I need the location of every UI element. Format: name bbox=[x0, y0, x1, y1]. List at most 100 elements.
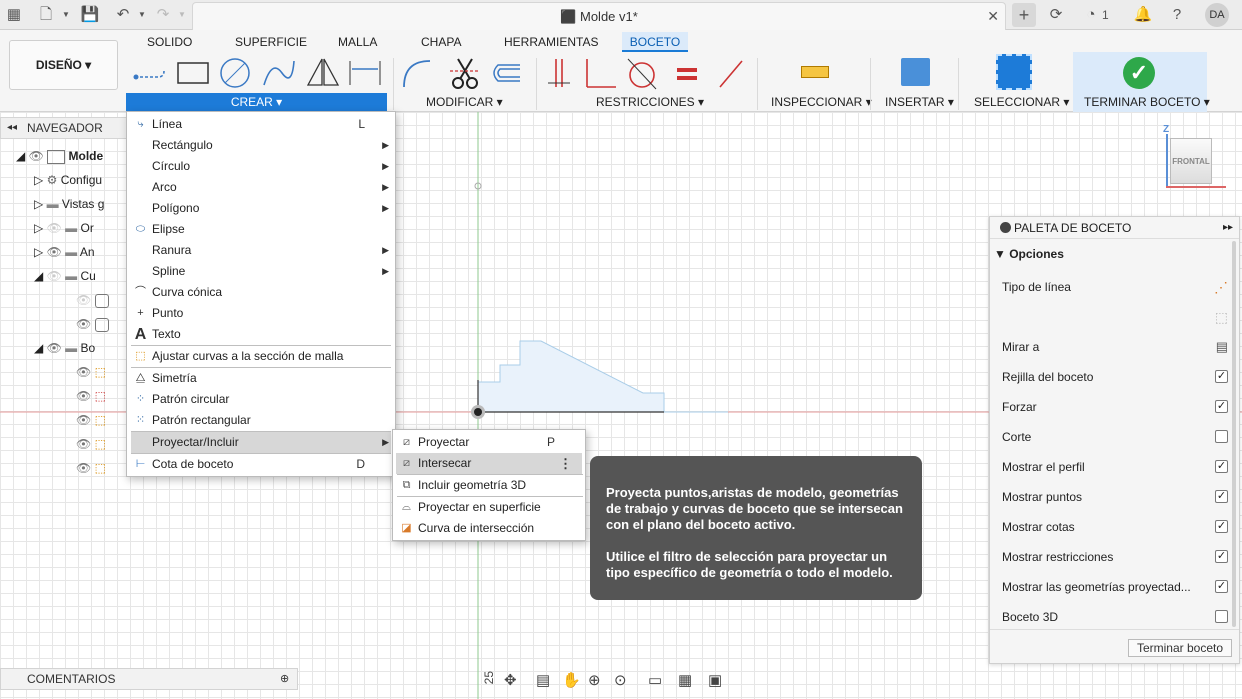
tab-boceto[interactable]: BOCETO bbox=[622, 32, 688, 52]
palette-option-checkbox[interactable]: ✓ bbox=[1215, 400, 1228, 413]
menu-item-proyectar-incluir[interactable]: Proyectar/Incluir ▶ bbox=[131, 432, 391, 453]
eye-icon[interactable]: 👁 bbox=[76, 317, 91, 331]
modify-group-button[interactable]: MODIFICAR ▾ bbox=[426, 95, 503, 109]
menu-item-arco[interactable]: Arco ▶ bbox=[127, 177, 395, 198]
grid-menu-icon[interactable]: ▦ bbox=[4, 5, 24, 25]
menu-item-patron-rectangular[interactable]: ⁙ Patrón rectangular bbox=[127, 410, 395, 431]
new-tab-button[interactable]: + bbox=[1012, 3, 1036, 27]
save-icon[interactable]: 💾 bbox=[80, 5, 100, 25]
tab-chapa[interactable]: CHAPA bbox=[421, 32, 461, 52]
tab-malla[interactable]: MALLA bbox=[338, 32, 377, 52]
avatar[interactable]: DA bbox=[1205, 3, 1229, 27]
scrollbar[interactable] bbox=[1232, 241, 1236, 627]
workspace-switcher[interactable]: DISEÑO ▾ bbox=[9, 40, 118, 90]
eye-icon[interactable]: 👁 bbox=[76, 365, 91, 379]
tree-item-sketch[interactable]: 👁 ⬚ bbox=[76, 457, 106, 479]
insert-image-icon[interactable] bbox=[901, 58, 930, 86]
tree-item-cuerpos[interactable]: ◢ 👁 ▬ Cu bbox=[34, 265, 96, 287]
eye-hidden-icon[interactable]: 👁 bbox=[76, 293, 91, 307]
palette-option-checkbox[interactable] bbox=[1215, 430, 1228, 443]
grid-settings-icon[interactable]: ▦ bbox=[678, 671, 692, 689]
tree-item-sketch[interactable]: 👁 ⬚ bbox=[76, 409, 106, 431]
expand-triangle-icon[interactable]: ▷ bbox=[34, 245, 43, 259]
viewcube[interactable]: FRONTAL bbox=[1170, 138, 1212, 184]
palette-option-checkbox[interactable]: ✓ bbox=[1215, 460, 1228, 473]
tree-item-origen[interactable]: ▷ 👁 ▬ Or bbox=[34, 217, 94, 239]
viewports-icon[interactable]: ▣ bbox=[708, 671, 722, 689]
eye-icon[interactable]: 👁 bbox=[76, 413, 91, 427]
eye-icon[interactable]: 👁 bbox=[76, 437, 91, 451]
collapse-triangle-icon[interactable]: ◢ bbox=[16, 149, 25, 163]
expand-panel-icon[interactable]: ▸▸ bbox=[1223, 217, 1233, 239]
collapse-triangle-icon[interactable]: ◢ bbox=[34, 269, 43, 283]
menu-item-ajustar-curvas[interactable]: ⬚ Ajustar curvas a la sección de malla bbox=[127, 346, 395, 367]
menu-item-simetria[interactable]: ⧋ Simetría bbox=[127, 368, 395, 389]
collapse-icon[interactable]: ◂◂ bbox=[7, 118, 17, 138]
look-at-icon[interactable]: ▤ bbox=[1216, 337, 1228, 357]
menu-item-elipse[interactable]: ⬭ Elipse bbox=[127, 219, 395, 240]
tab-superficie[interactable]: SUPERFICIE bbox=[235, 32, 307, 52]
select-icon[interactable] bbox=[996, 54, 1032, 90]
finish-sketch-palette-button[interactable]: Terminar boceto bbox=[1128, 639, 1232, 657]
eye-hidden-icon[interactable]: 👁 bbox=[47, 221, 62, 235]
constraints-group-button[interactable]: RESTRICCIONES ▾ bbox=[596, 95, 704, 109]
eye-icon[interactable]: 👁 bbox=[29, 149, 44, 163]
menu-item-spline[interactable]: Spline ▶ bbox=[127, 261, 395, 282]
eye-hidden-icon[interactable]: 👁 bbox=[47, 269, 62, 283]
menu-item-ranura[interactable]: Ranura ▶ bbox=[127, 240, 395, 261]
more-options-icon[interactable]: ⋮ bbox=[559, 453, 572, 474]
submenu-item-curva-interseccion[interactable]: ◪ Curva de intersección bbox=[393, 518, 585, 539]
tree-item-sketch[interactable]: 👁 ⬚ bbox=[76, 361, 106, 383]
menu-item-cota-de-boceto[interactable]: ⊢ Cota de boceto D bbox=[127, 454, 395, 475]
palette-option-checkbox[interactable]: ✓ bbox=[1215, 580, 1228, 593]
centerline-icon[interactable]: ⬚ bbox=[1215, 307, 1228, 327]
job-status-icon[interactable]: ◔ bbox=[1081, 5, 1101, 25]
palette-option-checkbox[interactable]: ✓ bbox=[1215, 490, 1228, 503]
menu-item-rectangulo[interactable]: Rectángulo ▶ bbox=[127, 135, 395, 156]
menu-item-linea[interactable]: ⤷ Línea L bbox=[127, 114, 395, 135]
submenu-item-incluir-3d[interactable]: ⧉ Incluir geometría 3D bbox=[393, 475, 585, 496]
tree-item-vistas[interactable]: ▷ ▬ Vistas g bbox=[34, 193, 104, 215]
tree-item-sketch[interactable]: 👁 ⬚ bbox=[76, 385, 106, 407]
palette-option-checkbox[interactable]: ✓ bbox=[1215, 370, 1228, 383]
tab-herramientas[interactable]: HERRAMIENTAS bbox=[504, 32, 598, 52]
orbit-icon[interactable]: ✥ bbox=[504, 671, 517, 689]
bell-icon[interactable]: 🔔 bbox=[1133, 5, 1153, 25]
fit-icon[interactable]: ⊙ bbox=[614, 671, 627, 689]
menu-item-punto[interactable]: + Punto bbox=[127, 303, 395, 324]
expand-triangle-icon[interactable]: ▷ bbox=[34, 197, 43, 211]
tab-solido[interactable]: SOLIDO bbox=[147, 32, 192, 52]
palette-option-checkbox[interactable]: ✓ bbox=[1215, 520, 1228, 533]
tree-item-analisis[interactable]: ▷ 👁 ▬ An bbox=[34, 241, 95, 263]
display-settings-icon[interactable]: ▭ bbox=[648, 671, 662, 689]
tree-item-sketch[interactable]: 👁 ⬚ bbox=[76, 433, 106, 455]
close-tab-icon[interactable]: ✕ bbox=[987, 8, 999, 25]
menu-item-circulo[interactable]: Círculo ▶ bbox=[127, 156, 395, 177]
undo-dropdown-icon[interactable]: ▼ bbox=[132, 5, 152, 25]
eye-icon[interactable]: 👁 bbox=[76, 389, 91, 403]
data-panel-icon[interactable]: ⟳ bbox=[1046, 5, 1066, 25]
inspect-group-button[interactable]: INSPECCIONAR ▾ bbox=[771, 95, 872, 109]
eye-icon[interactable]: 👁 bbox=[47, 245, 62, 259]
undo-icon[interactable]: ↶ bbox=[113, 5, 133, 25]
chevron-down-icon[interactable]: ▼ bbox=[56, 5, 76, 25]
construction-line-icon[interactable]: ⋰ bbox=[1214, 277, 1228, 297]
palette-option-checkbox[interactable]: ✓ bbox=[1215, 550, 1228, 563]
collapse-triangle-icon[interactable]: ◢ bbox=[34, 341, 43, 355]
file-icon[interactable]: 🗋 bbox=[36, 5, 56, 25]
menu-item-poligono[interactable]: Polígono ▶ bbox=[127, 198, 395, 219]
tree-item-body[interactable]: 👁 bbox=[76, 289, 109, 311]
redo-icon[interactable]: ↷ bbox=[153, 5, 173, 25]
create-group-button[interactable]: CREAR ▾ bbox=[126, 93, 387, 111]
add-comment-icon[interactable]: ⊕ bbox=[280, 669, 289, 689]
select-group-button[interactable]: SELECCIONAR ▾ bbox=[974, 95, 1069, 109]
measure-icon[interactable] bbox=[801, 66, 829, 78]
collapse-circle-icon[interactable] bbox=[1000, 222, 1011, 233]
insert-group-button[interactable]: INSERTAR ▾ bbox=[885, 95, 954, 109]
finish-sketch-button[interactable]: ✓ TERMINAR BOCETO ▾ bbox=[1073, 52, 1210, 112]
eye-icon[interactable]: 👁 bbox=[76, 461, 91, 475]
submenu-item-proyectar[interactable]: ⧄ Proyectar P bbox=[393, 432, 585, 453]
tree-item-config[interactable]: ▷ ⚙ Configu bbox=[34, 169, 102, 191]
document-tab[interactable]: ⬛ Molde v1* ✕ bbox=[192, 2, 1006, 30]
help-icon[interactable]: ? bbox=[1167, 5, 1187, 25]
